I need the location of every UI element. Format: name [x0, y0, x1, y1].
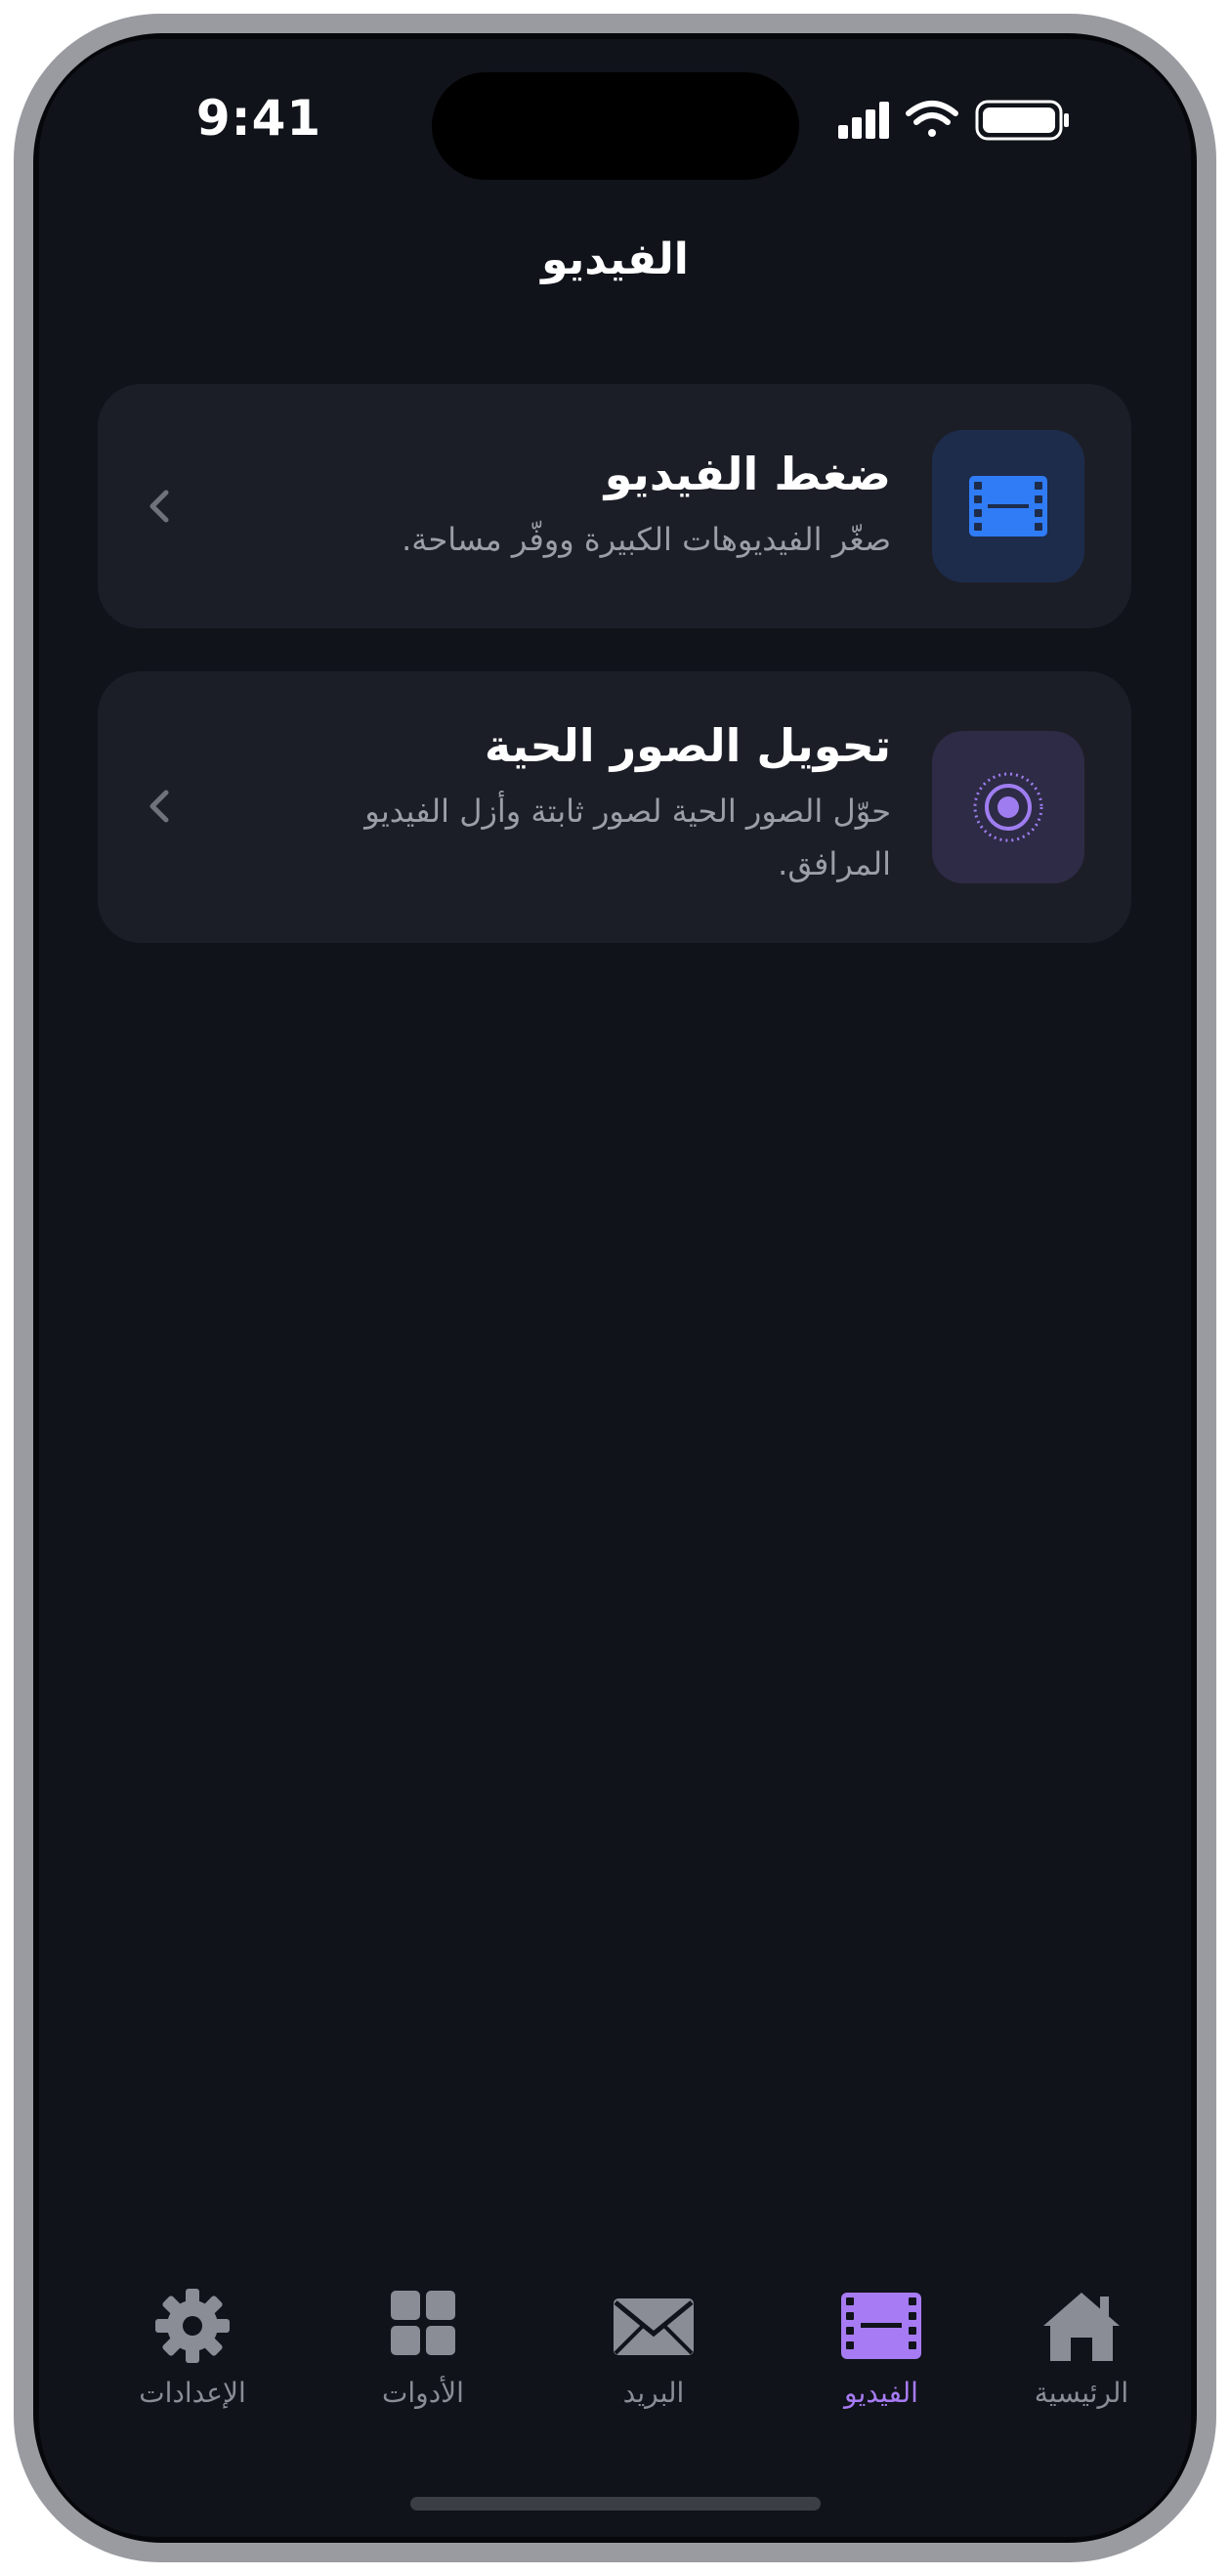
film-icon-tile: [932, 430, 1084, 582]
tab-bar: الرئيسية الفيديو البريد الأدوات الإعدادا…: [39, 2287, 1191, 2463]
tab-label: الأدوات: [382, 2377, 464, 2409]
convert-live-photos-card[interactable]: تحويل الصور الحية حوّل الصور الحية لصور …: [98, 671, 1131, 943]
card-description: صغّر الفيديوهات الكبيرة ووفّر مساحة.: [402, 521, 891, 558]
screen: 9:41 الفيديو ضغط الفيديو صغّر الفيديوهات…: [39, 39, 1191, 2537]
tab-video[interactable]: الفيديو: [793, 2287, 969, 2433]
card-title: ضغط الفيديو: [604, 448, 891, 500]
status-icons: [838, 96, 1073, 145]
gear-icon: [155, 2289, 230, 2363]
chevron-left-icon: [149, 790, 169, 823]
wifi-icon: [906, 101, 958, 137]
tab-home[interactable]: الرئيسية: [994, 2287, 1169, 2433]
compress-video-card[interactable]: ضغط الفيديو صغّر الفيديوهات الكبيرة ووفّ…: [98, 384, 1131, 628]
house-icon: [1043, 2293, 1120, 2361]
tab-label: الإعدادات: [139, 2377, 246, 2409]
cellular-signal-icon: [838, 102, 889, 139]
home-indicator: [410, 2497, 821, 2511]
envelope-icon: [614, 2298, 694, 2355]
film-icon: [841, 2293, 921, 2359]
card-description: حوّل الصور الحية لصور ثابتة وأزل الفيديو…: [364, 793, 891, 882]
dynamic-island: [432, 72, 799, 180]
chevron-left-icon: [149, 490, 169, 523]
grid-icon: [391, 2291, 455, 2355]
tab-label: البريد: [622, 2377, 685, 2409]
live-photo-icon: [973, 772, 1043, 842]
tab-settings[interactable]: الإعدادات: [105, 2287, 280, 2433]
tab-tools[interactable]: الأدوات: [335, 2287, 511, 2433]
tab-label: الفيديو: [844, 2377, 918, 2409]
page-title: الفيديو: [541, 235, 689, 284]
live-photo-icon-tile: [932, 731, 1084, 883]
tab-mail[interactable]: البريد: [566, 2287, 742, 2433]
battery-icon: [975, 100, 1069, 141]
film-icon: [969, 476, 1047, 537]
card-title: تحويل الصور الحية: [484, 719, 891, 772]
status-time: 9:41: [195, 90, 322, 147]
tab-label: الرئيسية: [1034, 2377, 1129, 2409]
